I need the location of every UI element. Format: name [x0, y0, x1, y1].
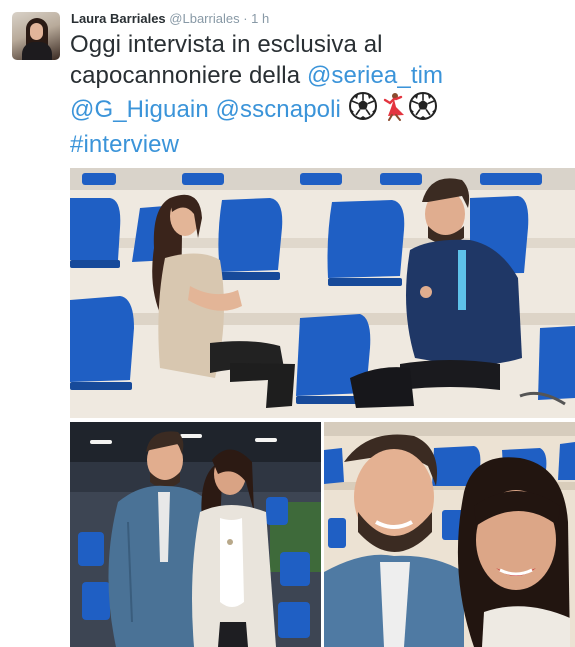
mention-g-higuain[interactable]: @G_Higuain — [70, 96, 209, 123]
selfie-photo[interactable] — [324, 422, 575, 647]
mention-seriea-tim[interactable]: @seriea_tim — [307, 62, 443, 89]
dancer-icon — [378, 91, 408, 129]
tweet-text: Oggi intervista in esclusiva al capocann… — [70, 29, 565, 160]
avatar[interactable] — [12, 12, 60, 60]
author-handle[interactable]: @Lbarriales — [169, 11, 239, 26]
header-separator: · — [243, 11, 248, 26]
soccer-ball-icon — [348, 91, 378, 129]
hashtag-interview[interactable]: #interview — [70, 131, 179, 158]
mention-sscnapoli[interactable]: @sscnapoli — [216, 96, 341, 123]
standing-photo[interactable] — [70, 422, 321, 647]
tweet-header: Laura Barriales @Lbarriales · 1 h — [71, 11, 269, 27]
tweet-timestamp[interactable]: 1 h — [251, 11, 269, 26]
tweet-text-line2: capocannoniere della — [70, 62, 307, 89]
author-name[interactable]: Laura Barriales — [71, 11, 166, 26]
soccer-ball-icon — [408, 91, 438, 129]
tweet-text-line1: Oggi intervista in esclusiva al — [70, 31, 383, 58]
interview-photo[interactable] — [70, 168, 575, 418]
